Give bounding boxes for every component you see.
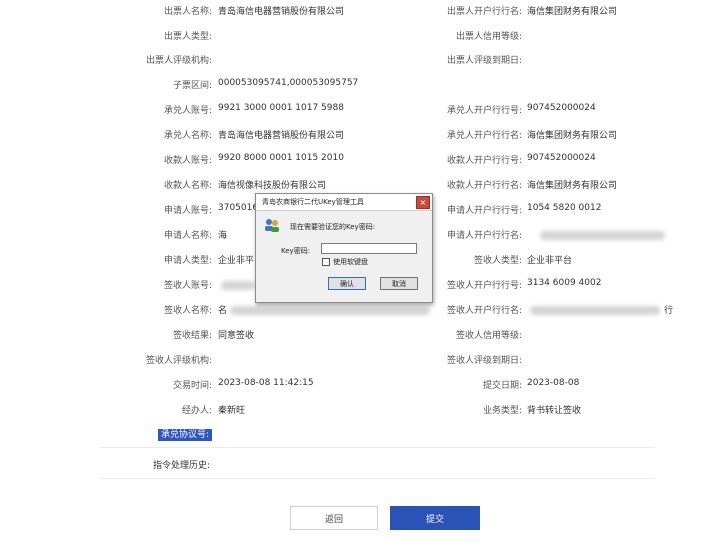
operator-label: 经办人: xyxy=(181,406,212,416)
signer-credit-label: 签收人信用等级: xyxy=(455,331,522,341)
row-signer-name: 签收人名称: 名 签收人开户行行名: 行 xyxy=(0,303,720,317)
signer-bank-name-value: 行 xyxy=(664,306,674,316)
row-payee-account: 收款人账号: 9920 8000 0001 1015 2010 收款人开户行行号… xyxy=(0,153,720,167)
key-password-label: Key密码: xyxy=(281,247,311,255)
row-operator: 经办人: 秦新旺 业务类型: 背书转让签收 xyxy=(0,403,720,417)
payee-bank-code-label: 收款人开户行行号: xyxy=(446,156,522,166)
payee-name-value: 海信视像科技股份有限公司 xyxy=(218,181,327,191)
history-divider xyxy=(100,447,655,448)
row-acceptor-account: 承兑人账号: 9921 3000 0001 1017 5988 承兑人开户行行号… xyxy=(0,103,720,117)
signer-name-label: 签收人名称: xyxy=(163,306,212,316)
confirm-button[interactable]: 确认 xyxy=(328,277,366,290)
history-label: 指令处理历史: xyxy=(152,461,210,471)
sub-bill-range-label: 子票区间: xyxy=(172,81,212,91)
drawer-bank-name-value: 海信集团财务有限公司 xyxy=(527,7,618,17)
signer-bank-name-label: 签收人开户行行名: xyxy=(446,306,522,316)
applicant-name-label: 申请人名称: xyxy=(163,231,212,241)
row-transaction-time: 交易时间: 2023-08-08 11:42:15 提交日期: 2023-08-… xyxy=(0,378,720,392)
applicant-bank-code-value: 1054 5820 0012 xyxy=(527,203,602,213)
signer-rating-expiry-label: 签收人评级到期日: xyxy=(446,356,522,366)
row-sign-result: 签收结果: 同意签收 签收人信用等级: xyxy=(0,328,720,342)
row-sub-bill-range: 子票区间: 000053095741,000053095757 xyxy=(0,78,720,92)
redacted-applicant-bank-name xyxy=(540,231,665,240)
acceptor-account-label: 承兑人账号: xyxy=(163,106,212,116)
applicant-bank-name-label: 申请人开户行行名: xyxy=(446,231,522,241)
signer-account-label: 签收人账号: xyxy=(163,281,212,291)
redacted-signer-bank-name xyxy=(530,306,660,315)
business-type-label: 业务类型: xyxy=(482,406,522,416)
drawer-name-label: 出票人名称: xyxy=(163,7,212,17)
signer-name-value: 名 xyxy=(218,306,228,316)
payee-bank-code-value: 907452000024 xyxy=(527,153,596,163)
history-bottom-divider xyxy=(100,478,655,479)
business-type-value: 背书转让签收 xyxy=(527,406,582,416)
back-button[interactable]: 返回 xyxy=(290,506,378,530)
dialog-title-bar[interactable]: 青岛农商银行二代UKey管理工具 xyxy=(256,194,432,211)
redacted-signer-name xyxy=(230,306,430,315)
acceptance-agreement-label: 承兑协议号: xyxy=(157,427,212,441)
applicant-account-label: 申请人账号: xyxy=(163,206,212,216)
payee-bank-name-value: 海信集团财务有限公司 xyxy=(527,181,618,191)
close-icon[interactable]: × xyxy=(416,196,430,209)
signer-type-value: 企业非平台 xyxy=(527,256,573,266)
dialog-title: 青岛农商银行二代UKey管理工具 xyxy=(262,198,364,206)
row-signer-rating: 签收人评级机构: 签收人评级到期日: xyxy=(0,353,720,367)
ukey-password-dialog: 青岛农商银行二代UKey管理工具 × 现在需要验证您的Key密码: Key密码:… xyxy=(255,193,433,303)
drawer-rating-agency-label: 出票人评级机构: xyxy=(145,56,212,66)
checkbox-box[interactable] xyxy=(322,258,330,266)
row-history: 指令处理历史: xyxy=(0,458,720,472)
row-drawer-rating: 出票人评级机构: 出票人评级到期日: xyxy=(0,53,720,67)
row-acceptor-name: 承兑人名称: 青岛海信电器营销股份有限公司 承兑人开户行行名: 海信集团财务有限… xyxy=(0,128,720,142)
soft-keyboard-label: 使用软键盘 xyxy=(333,258,368,266)
row-acceptance-agreement: 承兑协议号: xyxy=(0,427,720,441)
payee-bank-name-label: 收款人开户行行名: xyxy=(446,181,522,191)
drawer-name-value: 青岛海信电器营销股份有限公司 xyxy=(218,7,345,17)
payee-account-label: 收款人账号: xyxy=(163,156,212,166)
applicant-type-label: 申请人类型: xyxy=(163,256,212,266)
signer-type-label: 签收人类型: xyxy=(473,256,522,266)
sub-bill-range-value: 000053095741,000053095757 xyxy=(218,78,359,88)
drawer-credit-label: 出票人信用等级: xyxy=(455,32,522,42)
acceptor-bank-code-value: 907452000024 xyxy=(527,103,596,113)
acceptor-bank-name-label: 承兑人开户行行名: xyxy=(446,131,522,141)
drawer-rating-expiry-label: 出票人评级到期日: xyxy=(446,56,522,66)
submit-date-value: 2023-08-08 xyxy=(527,378,580,388)
users-icon xyxy=(265,219,279,232)
acceptor-name-label: 承兑人名称: xyxy=(163,131,212,141)
signer-bank-code-value: 3134 6009 4002 xyxy=(527,278,602,288)
acceptor-account-value: 9921 3000 0001 1017 5988 xyxy=(218,103,344,113)
payee-account-value: 9920 8000 0001 1015 2010 xyxy=(218,153,344,163)
applicant-name-value: 海 xyxy=(218,231,228,241)
transaction-time-label: 交易时间: xyxy=(172,381,212,391)
soft-keyboard-checkbox[interactable]: 使用软键盘 xyxy=(322,257,368,267)
acceptor-bank-code-label: 承兑人开户行行号: xyxy=(446,106,522,116)
row-payee-name: 收款人名称: 海信视像科技股份有限公司 收款人开户行行名: 海信集团财务有限公司 xyxy=(0,178,720,192)
row-drawer-name: 出票人名称: 青岛海信电器营销股份有限公司 出票人开户行行名: 海信集团财务有限… xyxy=(0,4,720,18)
sign-result-label: 签收结果: xyxy=(172,331,212,341)
acceptor-name-value: 青岛海信电器营销股份有限公司 xyxy=(218,131,345,141)
payee-name-label: 收款人名称: xyxy=(163,181,212,191)
cancel-button[interactable]: 取消 xyxy=(380,277,418,290)
applicant-bank-code-label: 申请人开户行行号: xyxy=(446,206,522,216)
signer-bank-code-label: 签收人开户行行号: xyxy=(446,281,522,291)
drawer-bank-name-label: 出票人开户行行名: xyxy=(446,7,522,17)
sign-result-value: 同意签收 xyxy=(218,331,255,341)
dialog-prompt: 现在需要验证您的Key密码: xyxy=(290,223,376,231)
signer-rating-agency-label: 签收人评级机构: xyxy=(145,356,212,366)
operator-value: 秦新旺 xyxy=(218,406,246,416)
key-password-input[interactable] xyxy=(321,243,417,254)
row-drawer-type: 出票人类型: 出票人信用等级: xyxy=(0,29,720,43)
submit-date-label: 提交日期: xyxy=(482,381,522,391)
transaction-time-value: 2023-08-08 11:42:15 xyxy=(218,378,314,388)
redacted-signer-account xyxy=(221,281,255,290)
drawer-type-label: 出票人类型: xyxy=(163,32,212,42)
submit-button[interactable]: 提交 xyxy=(390,506,480,530)
acceptor-bank-name-value: 海信集团财务有限公司 xyxy=(527,131,618,141)
